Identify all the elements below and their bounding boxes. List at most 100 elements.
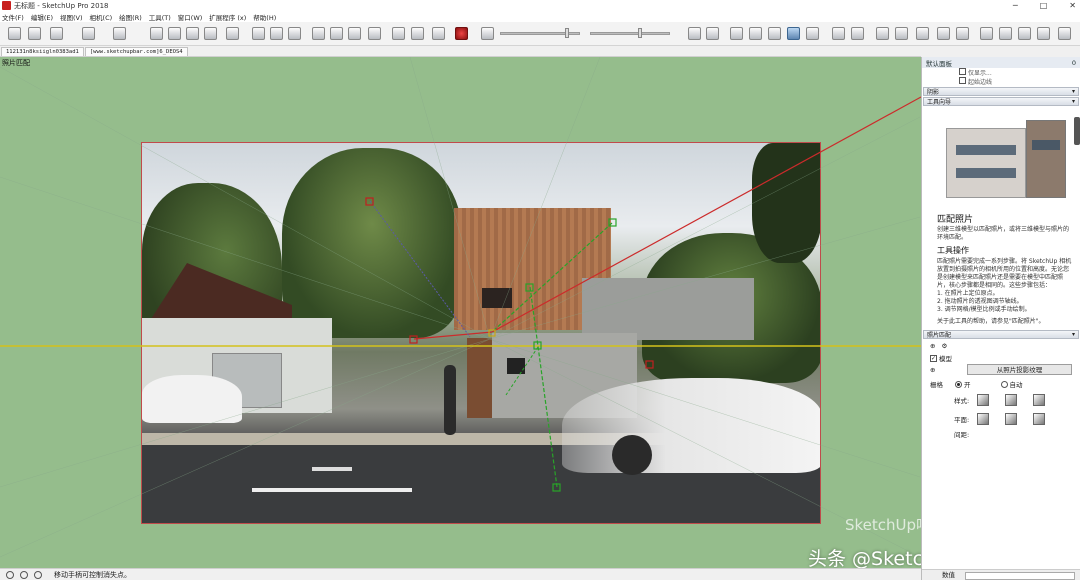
pan-tool-icon[interactable]: [330, 27, 343, 40]
menu-camera[interactable]: 相机(C): [90, 12, 113, 22]
main-toolbar: [0, 22, 1080, 46]
section-instructor[interactable]: 工具向导 ▾: [923, 97, 1079, 106]
title-bar: 无标题 - SketchUp Pro 2018 ─ □ ✕: [0, 0, 1080, 11]
vp-handle-3: [645, 360, 654, 369]
select-tool-icon[interactable]: [8, 27, 21, 40]
operation-title: 工具操作: [937, 246, 969, 255]
section-match-photo[interactable]: 照片匹配 ▾: [923, 330, 1079, 339]
option-row-2[interactable]: 起始边线: [922, 77, 1080, 86]
extension-warehouse-icon[interactable]: [411, 27, 424, 40]
hidden-line-icon[interactable]: [749, 27, 762, 40]
position-camera-icon[interactable]: [937, 27, 950, 40]
tray-pin[interactable]: 0: [1072, 59, 1076, 67]
text-tool-icon[interactable]: [270, 27, 283, 40]
tape-measure-icon[interactable]: [252, 27, 265, 40]
monochrome-icon[interactable]: [806, 27, 819, 40]
option-checkbox-1[interactable]: [959, 68, 966, 75]
plane-1-icon[interactable]: [977, 413, 990, 425]
add-photo-icon[interactable]: ⊕: [930, 342, 935, 350]
xray-icon[interactable]: [688, 27, 701, 40]
plane-2-icon[interactable]: [1005, 413, 1018, 425]
stamp-icon[interactable]: [1037, 27, 1050, 40]
help-icon[interactable]: [34, 570, 42, 579]
menu-draw[interactable]: 绘图(R): [119, 12, 142, 22]
grid-on-radio[interactable]: [955, 380, 962, 388]
smoove-icon[interactable]: [1018, 27, 1031, 40]
rotate-tool-icon[interactable]: [186, 27, 199, 40]
plane-3-icon[interactable]: [1033, 413, 1046, 425]
shaded-textures-icon[interactable]: [787, 27, 800, 40]
move-tool-icon[interactable]: [168, 27, 181, 40]
measurements-box: 数值: [922, 569, 1080, 580]
measurements-input[interactable]: [965, 572, 1075, 580]
layout-icon[interactable]: [432, 27, 445, 40]
menu-view[interactable]: 视图(V): [60, 12, 83, 22]
push-pull-icon[interactable]: [150, 27, 163, 40]
eraser-tool-icon[interactable]: [28, 27, 41, 40]
wireframe-icon[interactable]: [730, 27, 743, 40]
style-row: 样式:: [922, 390, 1080, 410]
grid-auto-radio[interactable]: [1000, 380, 1008, 388]
arc-tool-icon[interactable]: [82, 27, 95, 40]
iso-view-icon[interactable]: [832, 27, 845, 40]
menu-help[interactable]: 帮助(H): [253, 12, 276, 22]
scene-tab-1[interactable]: 112131n8ksiigln0383ad1: [1, 47, 84, 56]
menu-window[interactable]: 窗口(W): [178, 12, 203, 22]
scene-tab-2[interactable]: [www.sketchupbar.com]6_DEOS4: [84, 47, 188, 56]
warehouse-icon[interactable]: [392, 27, 405, 40]
grid-style-3-icon[interactable]: [1033, 394, 1046, 406]
model-viewport[interactable]: 照片匹配 SketchUp 头条 @Sketc: [0, 57, 921, 568]
shape-tool-icon[interactable]: [113, 27, 126, 40]
zoom-extents-icon[interactable]: [368, 27, 381, 40]
green-axis-line-1: [491, 222, 613, 333]
orbit-tool-icon[interactable]: [312, 27, 325, 40]
ruby-icon[interactable]: [455, 27, 468, 40]
photo-settings-icon[interactable]: ⚙: [941, 342, 947, 350]
menu-edit[interactable]: 编辑(E): [31, 12, 53, 22]
credits-icon[interactable]: [20, 570, 28, 579]
model-checkbox[interactable]: ✓: [930, 354, 937, 362]
standard-views-icon[interactable]: [916, 27, 929, 40]
menu-extensions[interactable]: 扩展程序 (x): [209, 12, 246, 22]
sandbox-scratch-icon[interactable]: [999, 27, 1012, 40]
back-edges-icon[interactable]: [706, 27, 719, 40]
chevron-down-icon: ▾: [1071, 331, 1075, 338]
fog-slider-thumb[interactable]: [638, 28, 642, 38]
spacing-row: 间距:: [922, 428, 1080, 440]
section-plane-icon[interactable]: [481, 27, 494, 40]
minimize-button[interactable]: ─: [1013, 1, 1018, 10]
scale-tool-icon[interactable]: [226, 27, 239, 40]
top-view-icon[interactable]: [851, 27, 864, 40]
grid-style-1-icon[interactable]: [977, 394, 990, 406]
sandbox-contours-icon[interactable]: [980, 27, 993, 40]
paint-bucket-icon[interactable]: [288, 27, 301, 40]
shaded-icon[interactable]: [768, 27, 781, 40]
walk-icon[interactable]: [956, 27, 969, 40]
fog-slider[interactable]: [590, 32, 670, 35]
close-button[interactable]: ✕: [1069, 1, 1076, 10]
section-shadows[interactable]: 阴影 ▾: [923, 87, 1079, 96]
option-checkbox-2[interactable]: [959, 77, 966, 84]
drape-icon[interactable]: [1058, 27, 1071, 40]
line-tool-icon[interactable]: [50, 27, 63, 40]
follow-me-icon[interactable]: [204, 27, 217, 40]
next-view-icon[interactable]: [895, 27, 908, 40]
zoom-tool-icon[interactable]: [348, 27, 361, 40]
tray-scrollbar[interactable]: [1074, 117, 1080, 145]
grid-style-2-icon[interactable]: [1005, 394, 1018, 406]
window-title: 无标题 - SketchUp Pro 2018: [14, 1, 109, 10]
green-axis-line-2: [529, 286, 558, 488]
menu-tools[interactable]: 工具(T): [149, 12, 171, 22]
project-texture-button[interactable]: 从照片投影纹理: [967, 364, 1072, 375]
maximize-button[interactable]: □: [1040, 1, 1048, 10]
previous-view-icon[interactable]: [876, 27, 889, 40]
transparency-slider-thumb[interactable]: [565, 28, 569, 38]
option-row-1[interactable]: 仅显示...: [922, 68, 1080, 77]
tray-header: 默认面板 0: [922, 57, 1080, 68]
default-tray: 默认面板 0 仅显示... 起始边线 阴影 ▾ 工具向导 ▾ 匹配照片 创建三维模型…: [921, 57, 1080, 580]
menu-file[interactable]: 文件(F): [2, 12, 24, 22]
option-label-2: 起始边线: [968, 79, 993, 86]
geolocation-icon[interactable]: [6, 570, 14, 579]
style-label: 样式:: [954, 397, 970, 405]
tray-title: 默认面板: [926, 59, 952, 68]
